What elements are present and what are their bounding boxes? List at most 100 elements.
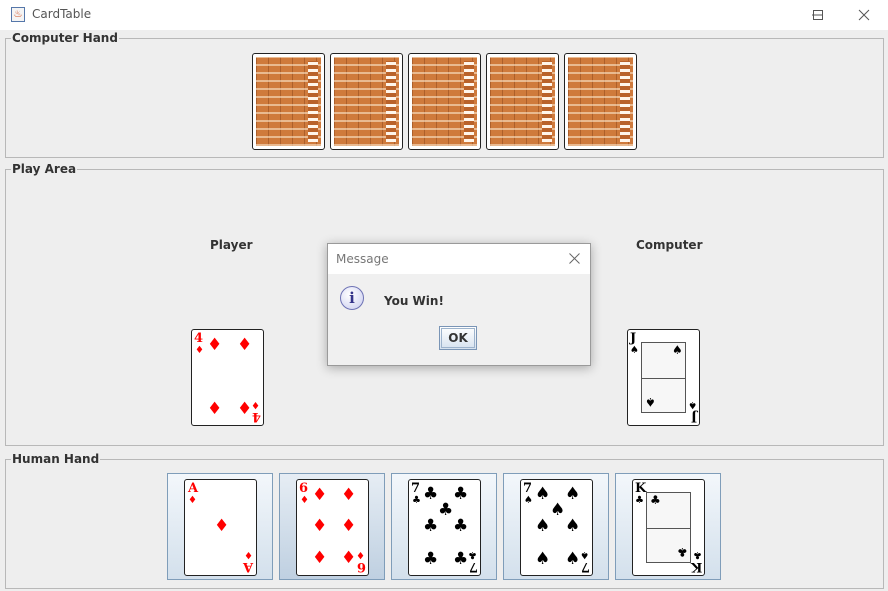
dialog-close-icon[interactable] [569,253,580,264]
computer-card-back [252,53,325,150]
close-button[interactable] [841,0,887,30]
club-pip: ♣ [453,516,469,536]
computer-played-card: J ♠ ♠ ♠ J ♠ [627,329,700,426]
card-suit: ♣ [468,549,477,560]
card-back-pattern [490,57,555,146]
card-suit: ♣ [693,549,702,560]
spade-pip: ♠ [535,484,551,504]
human-card-button-selected[interactable]: 6 ♦ ♦ ♦ ♦ ♦ ♦ ♦ 6 ♦ [279,473,385,580]
card-back-strip [542,61,552,142]
diamond-pip: ♦ [237,335,253,355]
card-back-pattern [412,57,477,146]
card-rank: 7 [523,481,533,496]
card-back-pattern [256,57,321,146]
dialog-title: Message [336,252,389,266]
card-suit: ♦ [188,495,197,506]
card-back-strip [386,61,396,142]
club-pip: ♣ [438,500,454,520]
card-rank: 4 [194,331,204,346]
club-pip: ♣ [453,484,469,504]
info-icon: i [340,286,364,310]
human-hand-label: Human Hand [11,452,101,466]
card-suit: ♠ [688,399,697,410]
diamond-pip: ♦ [214,516,230,536]
computer-card-back [486,53,559,150]
club-pip: ♣ [423,516,439,536]
spade-pip: ♠ [565,549,581,569]
card-rank: 7 [411,481,421,496]
playing-card: 7 ♣ ♣ ♣ ♣ ♣ ♣ ♣ ♣ 7 ♣ [408,479,481,576]
player-played-card: 4 ♦ ♦ ♦ ♦ ♦ 4 ♦ [191,329,264,426]
diamond-pip: ♦ [237,399,253,419]
message-dialog: Message i You Win! OK [327,243,591,366]
card-suit: ♦ [356,549,365,560]
diamond-pip: ♦ [312,516,328,536]
java-cup-icon: ♨ [11,7,25,22]
computer-card-back [408,53,481,150]
club-pip: ♣ [423,484,439,504]
card-suit: ♠ [524,495,533,506]
card-rank: 6 [299,481,309,496]
card-suit: ♠ [580,549,589,560]
club-pip: ♣ [423,549,439,569]
card-back-strip [308,61,318,142]
spade-pip: ♠ [565,484,581,504]
club-pip: ♣ [650,493,661,507]
diamond-pip: ♦ [341,548,357,568]
spade-pip: ♠ [645,395,656,409]
card-suit: ♦ [251,399,260,410]
close-icon [858,9,870,21]
card-back-strip [620,61,630,142]
card-rank: J [690,409,697,424]
card-rank: 6 [356,559,366,574]
card-back-strip [464,61,474,142]
computer-card-back [330,53,403,150]
maximize-icon [813,10,823,20]
maximize-button[interactable] [795,0,841,30]
card-rank: A [242,559,253,574]
card-suit: ♣ [635,495,644,506]
card-back-pattern [568,57,633,146]
playing-card: A ♦ ♦ A ♦ [184,479,257,576]
player-label: Player [210,238,253,252]
human-card-button[interactable]: 7 ♠ ♠ ♠ ♠ ♠ ♠ ♠ ♠ 7 ♠ [503,473,609,580]
card-suit: ♦ [244,549,253,560]
card-suit: ♦ [195,345,204,356]
diamond-pip: ♦ [312,548,328,568]
diamond-pip: ♦ [341,485,357,505]
card-rank: 7 [468,559,478,574]
playing-card: 6 ♦ ♦ ♦ ♦ ♦ ♦ ♦ 6 ♦ [296,479,369,576]
computer-card-back [564,53,637,150]
play-area-label: Play Area [11,162,78,176]
human-card-button[interactable]: K ♣ ♣ ♣ K ♣ [615,473,721,580]
ok-button[interactable]: OK [439,326,477,350]
window-title: CardTable [32,7,92,21]
spade-pip: ♠ [565,516,581,536]
spade-pip: ♠ [550,500,566,520]
spade-pip: ♠ [535,549,551,569]
diamond-pip: ♦ [207,399,223,419]
card-rank: 4 [251,409,261,424]
card-rank: J [630,331,637,346]
playing-card: 7 ♠ ♠ ♠ ♠ ♠ ♠ ♠ ♠ 7 ♠ [520,479,593,576]
computer-hand-label: Computer Hand [11,31,119,45]
window-titlebar: ♨ CardTable [0,0,888,30]
card-back-pattern [334,57,399,146]
card-rank: K [635,481,647,496]
diamond-pip: ♦ [341,516,357,536]
spade-pip: ♠ [672,343,683,357]
diamond-pip: ♦ [312,485,328,505]
diamond-pip: ♦ [207,335,223,355]
club-pip: ♣ [453,549,469,569]
human-card-button[interactable]: 7 ♣ ♣ ♣ ♣ ♣ ♣ ♣ ♣ 7 ♣ [391,473,497,580]
dialog-titlebar: Message [328,244,590,274]
human-card-button[interactable]: A ♦ ♦ A ♦ [167,473,273,580]
playing-card: K ♣ ♣ ♣ K ♣ [632,479,705,576]
card-rank: K [690,559,702,574]
card-rank: A [188,481,199,496]
card-suit: ♣ [412,495,421,506]
card-rank: 7 [580,559,590,574]
dialog-message: You Win! [384,294,444,308]
spade-pip: ♠ [535,516,551,536]
card-suit: ♠ [630,345,639,356]
